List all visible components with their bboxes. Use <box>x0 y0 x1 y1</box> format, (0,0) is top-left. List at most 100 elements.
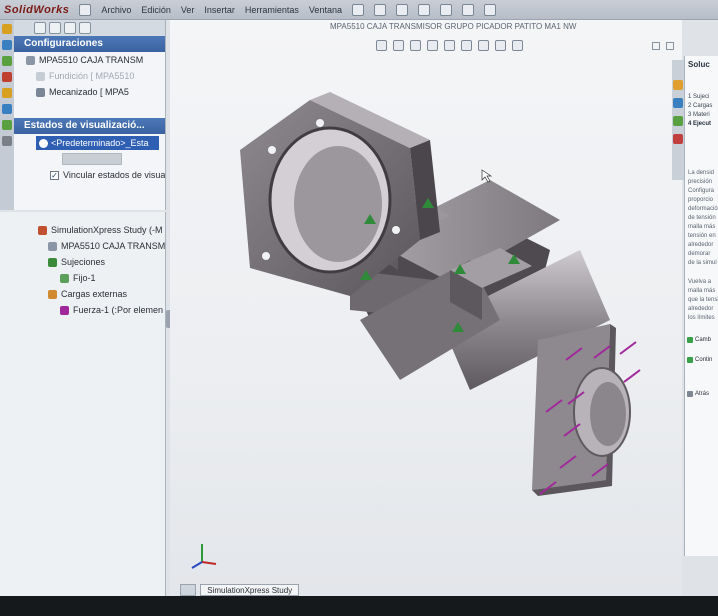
tree-part[interactable]: MPA5510 CAJA TRANSM <box>0 238 165 254</box>
task-pane-text: tensión en <box>688 233 716 239</box>
study-icon <box>38 225 47 235</box>
mouse-cursor <box>481 169 493 183</box>
configuration-manager-panel: Configuraciones MPA5510 CAJA TRANSM Fund… <box>14 20 166 210</box>
configuration-manager-icon[interactable] <box>2 56 12 66</box>
tab-model[interactable] <box>180 584 197 596</box>
left-tool-strip <box>0 20 14 210</box>
config-mecanizado[interactable]: Mecanizado [ MPA5 <box>14 84 165 100</box>
app-logo: SolidWorks <box>4 3 70 16</box>
back-label: Atrás <box>695 391 710 397</box>
step-ejecutar[interactable]: 4 Ejecut <box>685 120 718 129</box>
arrow-icon <box>687 337 693 343</box>
config-icon <box>36 87 45 97</box>
menu-ventana[interactable]: Ventana <box>309 5 342 15</box>
tree-fixtures[interactable]: Sujeciones <box>0 254 165 270</box>
undo-icon[interactable] <box>417 3 430 16</box>
simulationxpress-tab-icon[interactable] <box>673 134 683 144</box>
open-icon[interactable] <box>351 3 364 16</box>
task-pane-text: demorar <box>688 251 711 257</box>
task-pane-text: Configura <box>688 188 715 194</box>
x-axis <box>201 561 217 565</box>
design-library-tab-icon[interactable] <box>673 98 683 108</box>
fixture-item-label: Fijo-1 <box>73 273 96 283</box>
force-icon <box>60 305 69 315</box>
step-material[interactable]: 3 Materi <box>685 111 718 120</box>
task-pane-text: alrededor <box>688 242 714 248</box>
appearance-icon[interactable] <box>2 120 12 130</box>
menu-ver[interactable]: Ver <box>181 5 195 15</box>
tab-property[interactable] <box>49 22 61 34</box>
display-states-header: Estados de visualizació... <box>14 118 165 134</box>
simulation-study-tree: SimulationXpress Study (-M MPA5510 CAJA … <box>0 212 166 602</box>
menu-edicion[interactable]: Edición <box>141 5 171 15</box>
panel-spacer <box>14 100 165 118</box>
screen: SolidWorks Archivo Edición Ver Insertar … <box>0 0 718 604</box>
display-state-icon <box>39 138 48 148</box>
save-icon[interactable] <box>373 3 386 16</box>
task-pane-text: malla más <box>688 224 716 230</box>
task-pane-text: de la simul <box>688 260 717 266</box>
task-pane-spacer <box>685 129 718 169</box>
link-display-states-label: Vincular estados de visualizac <box>63 170 165 180</box>
option-change-settings[interactable]: Camb <box>685 337 718 343</box>
part-model-view[interactable] <box>170 20 682 580</box>
options-icon[interactable] <box>483 3 496 16</box>
tab-configuration[interactable] <box>64 22 76 34</box>
dimxpert-icon[interactable] <box>2 72 12 82</box>
task-pane-text: de tensión <box>688 215 716 221</box>
loads-icon <box>48 289 57 299</box>
back-button[interactable]: Atrás <box>685 391 718 397</box>
select-icon[interactable] <box>439 3 452 16</box>
part-icon <box>48 241 57 251</box>
force-arrow <box>619 341 637 355</box>
study-label: SimulationXpress Study (-M <box>51 225 163 235</box>
tree-study[interactable]: SimulationXpress Study (-M <box>0 222 165 238</box>
task-pane-text: que la tensión <box>688 297 718 303</box>
display-state-selected[interactable]: <Predeterminado>_Esta <box>36 136 159 150</box>
config-fundicion[interactable]: Fundición [ MPA5510 <box>14 68 165 84</box>
task-pane-title: Soluc <box>688 60 710 69</box>
coordinate-triad <box>191 544 217 569</box>
tree-part-root[interactable]: MPA5510 CAJA TRANSM <box>14 52 165 68</box>
bottom-tab-bar: SimulationXpress Study <box>180 584 300 596</box>
task-pane-tabs <box>672 60 684 180</box>
tree-external-loads[interactable]: Cargas externas <box>0 286 165 302</box>
force-arrow <box>623 369 641 383</box>
task-pane-spacer <box>685 73 718 93</box>
menu-herramientas[interactable]: Herramientas <box>245 5 299 15</box>
sensor-icon[interactable] <box>2 136 12 146</box>
step-sujeciones[interactable]: 1 Sujeci <box>685 93 718 102</box>
rebuild-icon[interactable] <box>461 3 474 16</box>
display-manager-icon[interactable] <box>2 88 12 98</box>
monitor-bezel <box>0 596 718 616</box>
flange-bore-inner <box>590 382 626 446</box>
fixtures-label: Sujeciones <box>61 257 106 267</box>
file-explorer-tab-icon[interactable] <box>673 116 683 126</box>
arrow-icon <box>687 357 693 363</box>
main-bore-inner <box>294 146 382 262</box>
tree-fixture-item[interactable]: Fijo-1 <box>0 270 165 286</box>
menu-bar: SolidWorks Archivo Edición Ver Insertar … <box>0 0 718 20</box>
menu-insertar[interactable]: Insertar <box>204 5 235 15</box>
simulation-icon[interactable] <box>2 104 12 114</box>
z-axis <box>191 561 203 569</box>
tree-load-item[interactable]: Fuerza-1 (:Por elemen <box>0 302 165 318</box>
config-icon <box>36 71 45 81</box>
feature-manager-icon[interactable] <box>2 24 12 34</box>
tab-dimxpert[interactable] <box>79 22 91 34</box>
menu-archivo[interactable]: Archivo <box>101 5 131 15</box>
property-manager-icon[interactable] <box>2 40 12 50</box>
step-cargas[interactable]: 2 Cargas <box>685 102 718 111</box>
option-change-label: Camb <box>695 337 712 343</box>
link-display-states-checkbox[interactable]: ✓ <box>50 170 59 180</box>
tab-feature-tree[interactable] <box>34 22 46 34</box>
new-document-icon[interactable] <box>79 3 92 16</box>
option-continue[interactable]: Contin <box>685 357 718 363</box>
tab-simulationxpress-study[interactable]: SimulationXpress Study <box>200 584 300 596</box>
link-display-states-option[interactable]: ✓ Vincular estados de visualizac <box>14 167 165 183</box>
load-item-label: Fuerza-1 (:Por elemen <box>73 305 164 315</box>
print-icon[interactable] <box>395 3 408 16</box>
resources-tab-icon[interactable] <box>673 80 683 90</box>
task-pane-text: La densid <box>688 170 715 176</box>
task-pane-text: malla más <box>688 288 716 294</box>
